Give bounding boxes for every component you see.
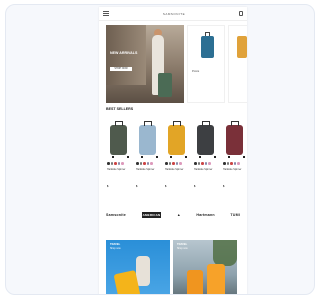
suitcase-image — [201, 36, 214, 58]
featured-product-card[interactable]: Proxis — [187, 25, 225, 103]
product-price: $ — [194, 185, 196, 188]
suitcase-image — [237, 36, 247, 58]
hero-carousel: NEW ARRIVALS SHOP NOW Proxis — [106, 25, 247, 103]
color-swatches[interactable] — [223, 162, 240, 165]
product-name: Hardside Spinner — [165, 168, 184, 171]
product-name: Proxis — [192, 70, 200, 73]
product-grid: Hardside Spinner $ Hardside Spinner $ Ha… — [106, 119, 247, 193]
promo-banner[interactable]: TRAVEL Shop now — [106, 240, 170, 294]
section-title: BEST SELLERS — [106, 107, 134, 111]
promo-sublabel: Shop now — [177, 247, 188, 250]
promo-banner[interactable]: TRAVEL Shop now — [173, 240, 237, 294]
hero-headline: NEW ARRIVALS — [110, 51, 138, 55]
product-tile[interactable]: Hardside Spinner $ — [135, 119, 161, 193]
color-swatches[interactable] — [165, 162, 182, 165]
product-tile[interactable]: Hardside Spinner $ — [106, 119, 132, 193]
promo-suitcase-image — [207, 264, 225, 294]
promo-sublabel: Shop now — [110, 247, 121, 250]
mobile-page-preview[interactable]: SAMSONITE NEW ARRIVALS SHOP NOW Proxis B… — [99, 7, 247, 294]
promo-suitcase-image — [187, 270, 203, 294]
brand-logo[interactable]: SAMSONITE — [163, 12, 185, 16]
product-tile[interactable]: Hardside Spinner $ — [222, 119, 247, 193]
promo-banners: TRAVEL Shop now TRAVEL Shop now — [106, 240, 237, 294]
hamburger-menu-icon[interactable] — [103, 11, 109, 16]
product-price: $ — [223, 185, 225, 188]
promo-label: TRAVEL — [177, 243, 188, 246]
brand-logo[interactable]: TUMI — [230, 213, 240, 217]
featured-product-card[interactable] — [228, 25, 247, 103]
product-price: $ — [136, 185, 138, 188]
hero-banner[interactable]: NEW ARRIVALS SHOP NOW — [106, 25, 184, 103]
color-swatches[interactable] — [107, 162, 124, 165]
top-nav: SAMSONITE — [99, 7, 247, 21]
hero-cta-button[interactable]: SHOP NOW — [110, 67, 132, 71]
product-tile[interactable]: Hardside Spinner $ — [193, 119, 219, 193]
preview-card: SAMSONITE NEW ARRIVALS SHOP NOW Proxis B… — [5, 4, 315, 295]
suitcase-image — [168, 121, 187, 158]
shopping-bag-icon[interactable] — [238, 11, 243, 16]
product-tile[interactable]: Hardside Spinner $ — [164, 119, 190, 193]
suitcase-image — [226, 121, 245, 158]
product-name: Hardside Spinner — [107, 168, 126, 171]
brand-logo[interactable]: ▲ — [177, 213, 181, 217]
product-price: $ — [165, 185, 167, 188]
product-name: Hardside Spinner — [194, 168, 213, 171]
product-name: Hardside Spinner — [136, 168, 155, 171]
color-swatches[interactable] — [194, 162, 211, 165]
brand-logos-row: Samsonite AMERICAN ▲ Hartmann TUMI — [106, 212, 240, 218]
brand-logo[interactable]: Hartmann — [196, 213, 214, 217]
hero-suitcase-image — [158, 73, 172, 97]
suitcase-image — [197, 121, 216, 158]
color-swatches[interactable] — [136, 162, 153, 165]
promo-person-image — [136, 256, 150, 286]
brand-logo[interactable]: Samsonite — [106, 213, 126, 217]
product-name: Hardside Spinner — [223, 168, 242, 171]
product-price: $ — [107, 185, 109, 188]
brand-logo[interactable]: AMERICAN — [141, 212, 162, 218]
suitcase-image — [139, 121, 158, 158]
suitcase-image — [110, 121, 129, 158]
promo-label: TRAVEL — [110, 243, 121, 246]
